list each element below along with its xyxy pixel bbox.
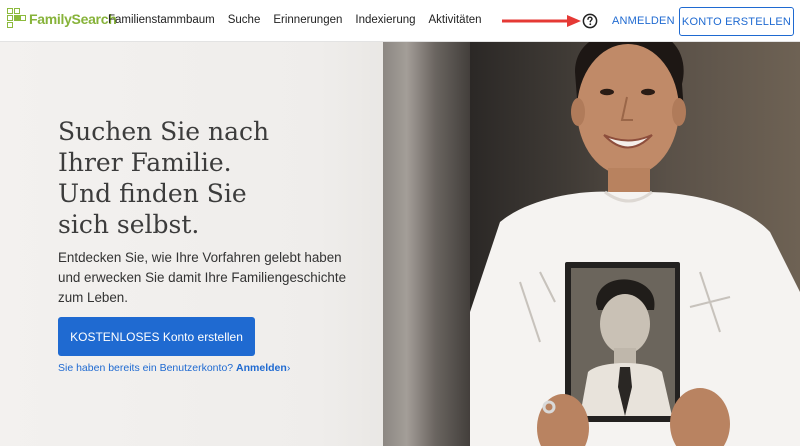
existing-signin-link[interactable]: Anmelden bbox=[236, 362, 287, 374]
headline-line-4: sich selbst. bbox=[58, 210, 200, 239]
nav-indexierung[interactable]: Indexierung bbox=[355, 14, 415, 26]
sign-in-link[interactable]: ANMELDEN bbox=[612, 15, 675, 27]
hero-photo bbox=[470, 42, 800, 446]
hero-subtext: Entdecken Sie, wie Ihre Vorfahren gelebt… bbox=[58, 250, 347, 305]
familysearch-logo[interactable]: FamilySearch bbox=[4, 6, 117, 32]
nav-erinnerungen[interactable]: Erinnerungen bbox=[273, 14, 342, 26]
nav-aktivitaeten[interactable]: Aktivitäten bbox=[429, 14, 482, 26]
headline-line-2: Ihrer Familie. bbox=[58, 148, 232, 177]
site-header: FamilySearch Familienstammbaum Suche Eri… bbox=[0, 0, 800, 42]
main-nav: Familienstammbaum Suche Erinnerungen Ind… bbox=[108, 14, 495, 26]
red-arrow-icon bbox=[502, 15, 581, 27]
hero-headline: Suchen Sie nach Ihrer Familie. Und finde… bbox=[58, 116, 388, 240]
chevron-right-icon: › bbox=[286, 362, 291, 374]
question-circle-icon[interactable] bbox=[582, 13, 598, 29]
existing-account-text: Sie haben bereits ein Benutzerkonto? bbox=[58, 362, 237, 374]
nav-suche[interactable]: Suche bbox=[228, 14, 261, 26]
nav-familienstammbaum[interactable]: Familienstammbaum bbox=[108, 14, 215, 26]
headline-line-3: Und finden Sie bbox=[58, 179, 247, 208]
create-account-button[interactable]: KONTO ERSTELLEN bbox=[679, 7, 794, 36]
hero-section: Suchen Sie nach Ihrer Familie. Und finde… bbox=[0, 42, 800, 446]
free-account-button[interactable]: KOSTENLOSES Konto erstellen bbox=[58, 317, 255, 356]
headline-line-1: Suchen Sie nach bbox=[58, 117, 270, 146]
tree-logo-icon bbox=[4, 7, 26, 31]
logo-text: FamilySearch bbox=[29, 11, 117, 27]
existing-account-line: Sie haben bereits ein Benutzerkonto? Anm… bbox=[58, 362, 290, 374]
